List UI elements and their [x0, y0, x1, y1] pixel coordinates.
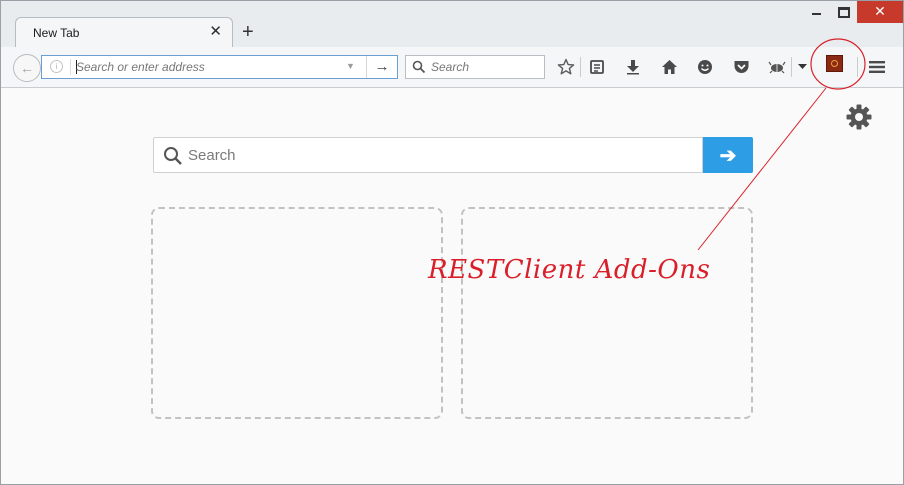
url-go-separator [366, 56, 367, 78]
go-arrow-icon[interactable]: → [370, 57, 394, 77]
minimize-button[interactable] [803, 1, 830, 23]
downloads-icon[interactable] [621, 56, 645, 78]
title-bar: New Tab ✕ + ✕ [1, 1, 903, 48]
top-site-tile[interactable] [151, 207, 443, 419]
toolbar-search-input[interactable] [431, 59, 541, 75]
menu-hamburger-icon[interactable] [865, 56, 889, 78]
url-dropdown-icon[interactable]: ▼ [346, 61, 355, 71]
maximize-button[interactable] [830, 1, 857, 23]
search-icon [164, 147, 182, 165]
pocket-icon[interactable] [729, 56, 753, 78]
firebug-dropdown-icon[interactable] [792, 56, 812, 78]
close-icon: ✕ [874, 3, 886, 19]
annotation-label: RESTClient Add-Ons [428, 255, 711, 285]
url-separator [70, 59, 71, 75]
site-info-icon[interactable]: i [50, 60, 63, 73]
tab-new-tab[interactable]: New Tab ✕ [15, 17, 233, 48]
restclient-addon-icon[interactable] [826, 55, 843, 72]
newtab-search-box[interactable] [153, 137, 703, 173]
address-input[interactable] [76, 59, 336, 75]
url-bar[interactable]: i ▼ → [41, 55, 398, 79]
search-icon [412, 60, 426, 74]
bookmarks-menu-icon[interactable] [585, 56, 609, 78]
new-tab-button[interactable]: + [242, 22, 254, 42]
newtab-search-input[interactable] [188, 145, 688, 165]
back-button[interactable]: ← [13, 54, 41, 82]
browser-window: New Tab ✕ + ✕ ← i ▼ → [0, 0, 904, 485]
back-arrow-icon: ← [20, 60, 34, 76]
bookmark-star-icon[interactable] [554, 56, 578, 78]
tab-title: New Tab [33, 26, 80, 40]
gear-icon[interactable] [845, 103, 873, 136]
addon-badge-icon [831, 60, 838, 67]
new-tab-page: ➔ [1, 88, 903, 484]
toolbar-separator [857, 57, 858, 77]
tab-close-icon[interactable]: ✕ [209, 24, 222, 40]
top-site-tile[interactable] [461, 207, 753, 419]
toolbar-separator [580, 57, 581, 77]
navigation-toolbar: ← i ▼ → [1, 47, 903, 88]
close-window-button[interactable]: ✕ [857, 1, 903, 23]
firebug-icon[interactable] [765, 56, 789, 78]
home-icon[interactable] [657, 56, 681, 78]
hello-chat-icon[interactable] [693, 56, 717, 78]
toolbar-search-bar[interactable] [405, 55, 545, 79]
newtab-search-go-button[interactable]: ➔ [703, 137, 753, 173]
arrow-right-icon: ➔ [719, 144, 737, 167]
